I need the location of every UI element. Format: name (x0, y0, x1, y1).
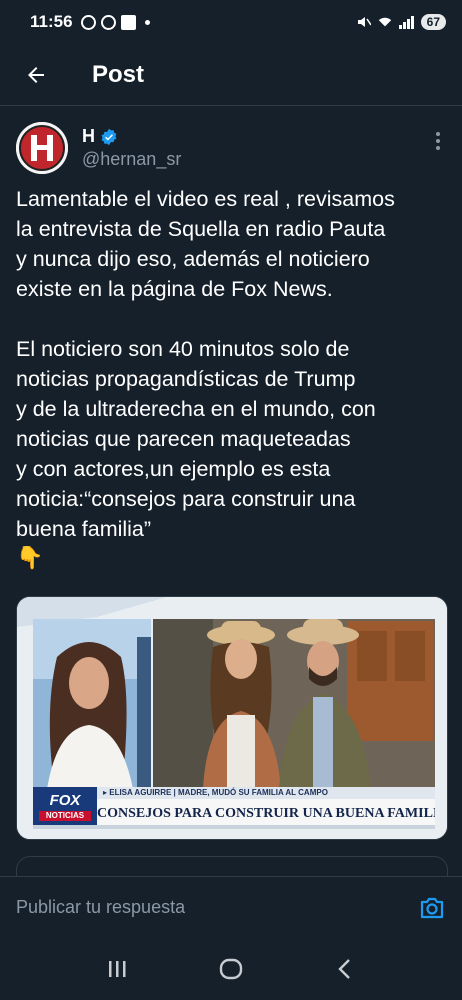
post-line: y nunca dijo eso, además el noticiero (16, 247, 370, 271)
post-line: existe en la página de Fox News. (16, 277, 333, 301)
post-line: y de la ultraderecha en el mundo, con (16, 397, 376, 421)
page-title: Post (92, 60, 145, 88)
recents-icon (109, 961, 126, 977)
more-vertical-icon[interactable] (436, 132, 440, 150)
camera-icon[interactable] (418, 894, 446, 922)
post-line: Lamentable el video es real , revisamos (16, 187, 395, 211)
home-icon (219, 958, 243, 980)
status-bar: 11:56 67 (0, 0, 462, 44)
home-button[interactable] (211, 949, 251, 989)
author-name[interactable]: H (82, 126, 95, 147)
image-notification-icon (120, 14, 136, 30)
post-media[interactable]: FOX NOTICIAS ▸ ELISA AGUIRRE | MADRE, MU… (16, 596, 448, 840)
post-line: buena familia” (16, 517, 152, 541)
news-ticker: ▸ ELISA AGUIRRE | MADRE, MUDÓ SU FAMILIA… (103, 788, 328, 797)
post-line: noticias que parecen maqueteadas (16, 427, 351, 451)
recents-button[interactable] (97, 949, 137, 989)
post-line: El noticiero son 40 minutos solo de (16, 337, 350, 361)
post-line: noticias propagandísticas de Trump (16, 367, 356, 391)
post-author: H @hernan_sr (0, 118, 462, 178)
post-line: y con actores,un ejemplo es esta (16, 457, 331, 481)
pointing-down-emoji: 👇 (16, 545, 44, 570)
author-handle[interactable]: @hernan_sr (82, 149, 181, 170)
reply-input[interactable]: Publicar tu respuesta (16, 897, 418, 918)
mute-icon (357, 17, 371, 27)
post-text: Lamentable el video es real , revisamos … (16, 184, 448, 572)
notification-icons (80, 14, 150, 30)
nav-back-button[interactable] (325, 949, 365, 989)
system-nav-bar (0, 938, 462, 1000)
news-headline: CONSEJOS PARA CONSTRUIR UNA BUENA FAMILI… (97, 806, 435, 821)
nav-back-icon (338, 959, 350, 979)
back-button[interactable] (16, 55, 56, 95)
post-line: noticia:“consejos para construir una (16, 487, 356, 511)
more-notifications-dot-icon (144, 19, 150, 25)
battery-indicator: 67 (420, 14, 446, 30)
fox-logo: FOX (49, 792, 81, 809)
fox-logo-sub: NOTICIAS (39, 811, 91, 821)
wifi-icon (378, 17, 391, 27)
whatsapp-icon (80, 14, 96, 30)
verified-badge-icon (101, 128, 117, 145)
status-time: 11:56 (30, 12, 73, 31)
avatar[interactable] (16, 122, 68, 174)
signal-icon (398, 15, 414, 29)
arrow-left-icon (28, 66, 44, 83)
avatar-image (16, 122, 68, 174)
reply-bar: Publicar tu respuesta (0, 876, 462, 938)
app-notification-icon (100, 14, 116, 30)
post-line: la entrevista de Squella en radio Pauta (16, 217, 386, 241)
top-bar: Post (0, 44, 462, 106)
